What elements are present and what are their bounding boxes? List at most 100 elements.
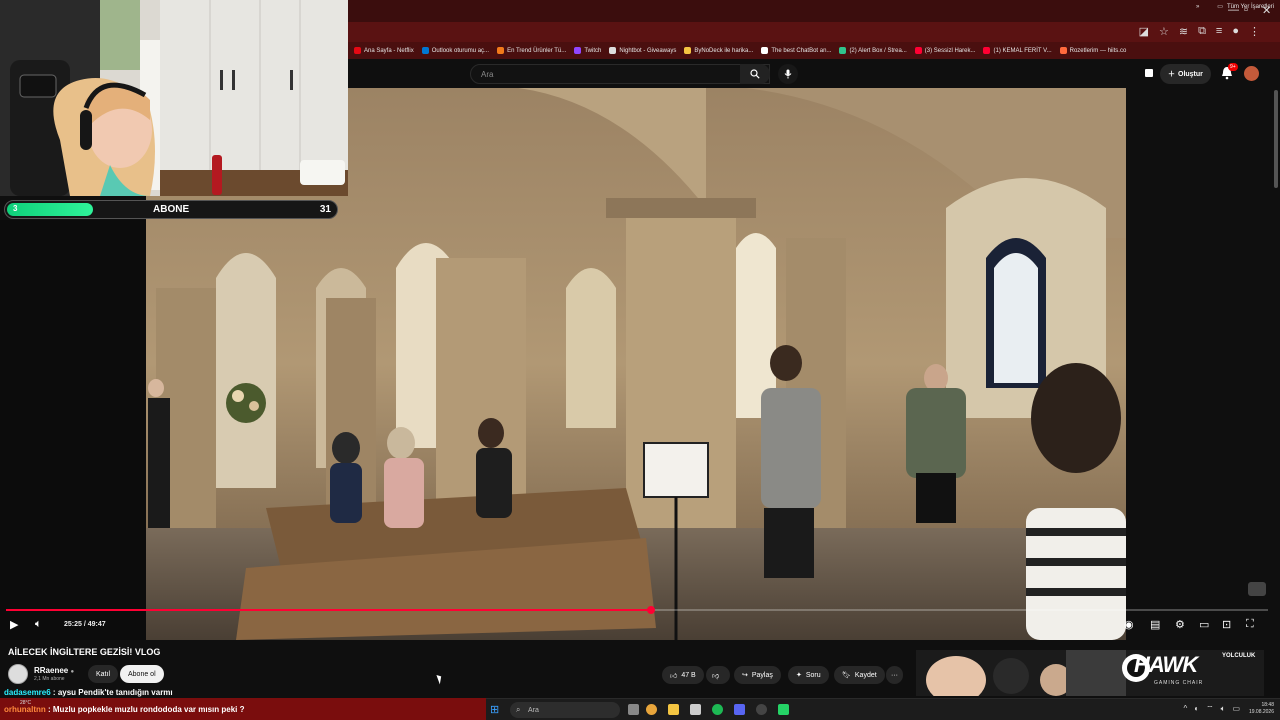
save-label: Kaydet [854,671,877,679]
bookmark-item[interactable]: (3) Sessizl Harek... [914,47,976,54]
all-bookmarks[interactable]: » ▭ Tüm Yer İşaretleri [1196,3,1274,11]
webcam-image [0,0,348,196]
page-scrollbar[interactable] [1274,90,1278,188]
whatsapp-icon[interactable] [778,704,789,715]
bookmark-item[interactable]: (1) KEMAL FERİT V... [983,47,1052,54]
chrome-icon[interactable] [646,704,657,715]
miniplayer-icon[interactable]: ▭ [1199,618,1209,631]
bookmark-icon: 🔖︎ [842,672,851,679]
cast-screen-icon[interactable]: ⊡ [1222,618,1231,631]
channel-name[interactable]: RRaenee ● [34,666,74,675]
create-button[interactable]: ＋ Oluştur [1160,64,1211,84]
volume-icon[interactable]: 🔈︎ [35,618,42,631]
autoplay-toggle-icon[interactable]: ◉ [1124,618,1134,631]
extension-icon[interactable]: ◪ [1139,25,1149,38]
notification-badge: 9+ [1228,63,1238,71]
screen: — ▫ ✕ ◪ ☆ ≋ ⧉ ≡ ● ⋮ Ana Sayfa - Netflix O… [0,0,1280,720]
subscriber-goal-label: ABONE [153,204,190,215]
store-icon[interactable] [690,704,701,715]
tray-chevron-icon[interactable]: ^ [1183,704,1187,714]
share-button[interactable]: ↪ Paylaş [734,666,781,684]
volume-tray-icon[interactable]: 🔈︎ [1221,704,1226,714]
menu-lines-icon[interactable]: ≡ [1216,25,1222,38]
tray-app-icon[interactable]: ◐ [1194,704,1199,714]
extensions-icon[interactable]: ⧉ [1198,25,1206,38]
sparkle-icon: ✦ [796,672,802,679]
chat-message: orhunaltnn : Muzlu popkekle muzlu rondod… [4,705,244,714]
bookmark-item[interactable]: En Trend Ürünler Tü... [497,47,566,54]
bookmark-item[interactable]: The best ChatBot an... [761,47,831,54]
bookmark-favicon-icon [914,47,922,54]
join-label: Katıl [96,670,111,678]
sponsor-side-text: YOLCULUK [1222,653,1256,659]
discord-icon[interactable] [734,704,745,715]
browser-toolbar: ◪ ☆ ≋ ⧉ ≡ ● ⋮ [348,22,1280,42]
verified-icon: ● [70,669,75,675]
sponsor-image [916,650,1264,696]
more-actions-button[interactable]: ··· [886,666,903,684]
play-icon[interactable]: ▶ [10,618,18,631]
chat-text: : Muzlu popkekle muzlu rondododa var mıs… [45,705,245,714]
bookmark-item[interactable]: Ana Sayfa - Netflix [354,47,414,54]
time-display: 25:25 / 49:47 [64,621,106,628]
spotify-icon[interactable] [712,704,723,715]
kebab-menu-icon[interactable]: ⋮ [1249,25,1260,38]
left-panel [0,220,146,640]
bookmark-item[interactable]: Outlook oturumu aç... [421,47,489,54]
ask-button[interactable]: ✦ Soru [788,666,829,684]
cast-icon[interactable] [1144,68,1154,78]
bookmark-label: The best ChatBot an... [771,47,832,54]
system-clock[interactable]: 18:48 19.08.2026 [1249,702,1274,716]
overlay-corner-button[interactable] [1248,582,1266,596]
like-count: 47 B [681,671,696,679]
taskbar-search[interactable]: ⌕ Ara [510,702,620,718]
weather-widget[interactable]: 28°C [20,700,31,706]
file-explorer-icon[interactable] [668,704,679,715]
network-icon[interactable]: ⌔ [1206,704,1214,714]
task-view-icon[interactable] [628,704,639,715]
thumbs-up-icon: 👍︎ [670,672,678,680]
star-icon[interactable]: ☆ [1159,25,1169,38]
bookmark-label: Twitch [584,47,602,54]
bookmark-label: En Trend Ürünler Tü... [507,47,567,54]
bookmark-label: (3) Sessizl Harek... [924,47,976,54]
create-label: Oluştur [1178,70,1203,78]
more-bookmarks-icon[interactable]: » [1196,4,1199,10]
subscriber-goal-current: 3 [13,204,18,213]
fullscreen-icon[interactable]: ⛶ [1246,618,1254,631]
bookmark-item[interactable]: ByNoDeck ile harika... [684,47,753,54]
windows-start-icon[interactable]: ⊞ [490,703,499,716]
all-bookmarks-label: Tüm Yer İşaretleri [1226,3,1274,10]
profile-icon[interactable]: ● [1232,25,1239,38]
like-button[interactable]: 👍︎ 47 B [662,666,704,684]
progress-bar[interactable] [6,606,1268,614]
mouse-cursor [436,673,444,685]
channel-avatar[interactable] [8,664,28,684]
progress-bar-fill [6,609,652,611]
bookmark-item[interactable]: Nightbot - Giveaways [609,47,676,54]
battery-icon[interactable]: ▭ [1232,704,1240,714]
obs-icon[interactable] [756,704,767,715]
settings-gear-icon[interactable]: ⚙ [1175,618,1185,631]
subscribe-label: Abone ol [128,670,156,678]
bookmark-item[interactable]: (2) Alert Box / Strea... [839,47,907,54]
bookmark-item[interactable]: Rozetlerim — hiits.co [1059,47,1126,54]
bookmark-favicon-icon [684,47,692,54]
windows-taskbar: ⊞ ⌕ Ara ^ ◐ ⌔ 🔈︎ ▭ 18:48 19.08.2026 [486,698,1280,720]
plus-icon: ＋ [1168,71,1175,78]
subscribe-button[interactable]: Abone ol [120,665,164,683]
search-input[interactable]: Ara [470,64,770,84]
bookmark-label: (2) Alert Box / Strea... [849,47,907,54]
account-avatar[interactable] [1244,66,1259,81]
voice-search-button[interactable] [778,64,798,84]
save-button[interactable]: 🔖︎ Kaydet [834,666,885,684]
system-tray: ^ ◐ ⌔ 🔈︎ ▭ [1183,704,1240,714]
dislike-button[interactable]: 👎︎ [706,666,730,684]
bookmark-favicon-icon [421,47,429,54]
subtitles-icon[interactable]: ▤ [1150,618,1160,631]
search-icon [750,69,760,79]
bookmark-item[interactable]: Twitch [574,47,601,54]
search-button[interactable] [740,64,770,84]
join-button[interactable]: Katıl [88,665,119,683]
wave-icon[interactable]: ≋ [1179,25,1188,38]
